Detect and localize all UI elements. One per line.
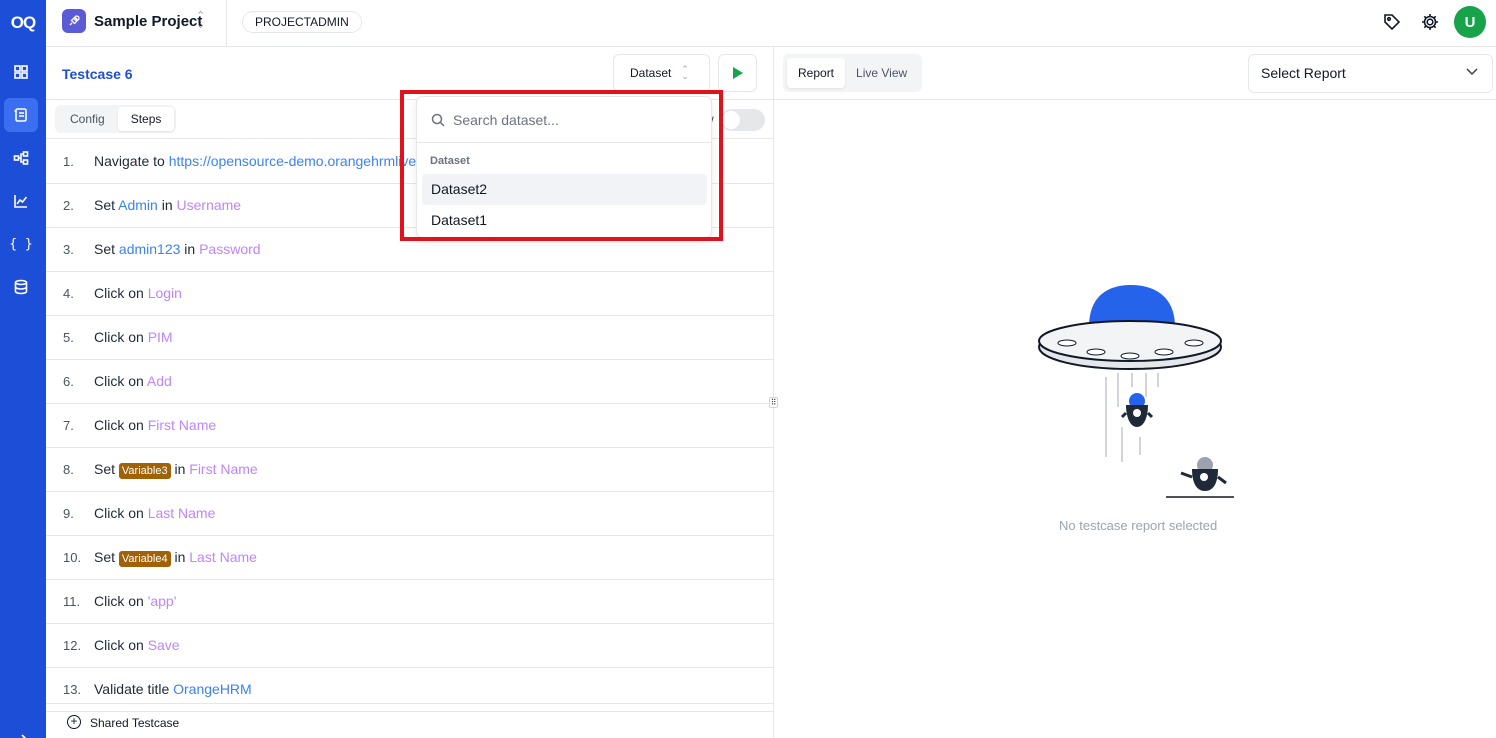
run-button[interactable]	[718, 54, 757, 92]
list-item[interactable]: 10. Set Variable4 in Last Name	[46, 536, 773, 580]
ufo-illustration-icon	[1038, 285, 1234, 498]
list-item[interactable]: 11. Click on 'app'	[46, 580, 773, 624]
analytics-icon[interactable]	[4, 184, 38, 218]
annotation-highlight	[400, 90, 723, 241]
list-item[interactable]: 6. Click on Add	[46, 360, 773, 404]
empty-state-message: No testcase report selected	[1059, 518, 1218, 533]
gear-icon[interactable]	[1420, 12, 1440, 35]
testcase-title: Testcase 6	[62, 66, 133, 82]
dashboard-icon[interactable]	[4, 55, 38, 89]
database-icon[interactable]	[4, 270, 38, 304]
project-name[interactable]: Sample Project	[94, 13, 202, 30]
tab-steps[interactable]: Steps	[117, 107, 175, 131]
report-panel: Report Live View Select Report No testca…	[774, 47, 1496, 738]
view-toggle[interactable]	[720, 109, 765, 131]
list-item[interactable]: 5. Click on PIM	[46, 316, 773, 360]
tab-config[interactable]: Config	[57, 107, 118, 131]
dataset-select-button[interactable]: Dataset ⌃ ⌄	[613, 54, 710, 92]
divider	[226, 0, 227, 47]
top-bar: Sample Project ⌃ ⌄ PROJECTADMIN U	[46, 0, 1496, 47]
shared-testcase-label: Shared Testcase	[90, 716, 180, 730]
list-item[interactable]: 4. Click on Login	[46, 272, 773, 316]
variable-badge: Variable4	[118, 551, 171, 567]
app-logo[interactable]: OQ	[0, 0, 46, 46]
shared-testcase-button[interactable]: + Shared Testcase	[46, 703, 773, 738]
tag-icon[interactable]	[1382, 12, 1402, 35]
tab-live-view[interactable]: Live View	[845, 58, 918, 88]
testcases-icon[interactable]	[4, 98, 38, 132]
collapse-arrow-icon[interactable]	[4, 722, 38, 738]
variable-badge: Variable3	[118, 463, 171, 479]
select-report-dropdown[interactable]: Select Report	[1248, 54, 1493, 93]
dataset-button-label: Dataset	[630, 66, 672, 80]
avatar[interactable]: U	[1454, 6, 1486, 38]
divider	[774, 99, 1496, 100]
rocket-icon	[62, 9, 86, 33]
list-item[interactable]: 12. Click on Save	[46, 624, 773, 668]
role-badge: PROJECTADMIN	[242, 11, 362, 33]
tab-report[interactable]: Report	[787, 58, 846, 88]
variables-icon[interactable]: { }	[4, 227, 38, 261]
chevron-updown-icon: ⌃ ⌄	[681, 64, 689, 81]
chevron-down-icon	[1466, 68, 1478, 76]
list-item[interactable]: 7. Click on First Name	[46, 404, 773, 448]
report-tabs: Report Live View	[783, 54, 923, 92]
flow-icon[interactable]	[4, 141, 38, 175]
editor-tabs: Config Steps	[55, 105, 177, 133]
plus-circle-icon: +	[67, 715, 81, 729]
play-icon	[732, 67, 743, 79]
list-item[interactable]: 9. Click on Last Name	[46, 492, 773, 536]
chevron-updown-icon[interactable]: ⌃ ⌄	[196, 11, 205, 31]
list-item[interactable]: 8. Set Variable3 in First Name	[46, 448, 773, 492]
app-sidebar: OQ { }	[0, 0, 46, 738]
select-report-label: Select Report	[1261, 65, 1346, 81]
